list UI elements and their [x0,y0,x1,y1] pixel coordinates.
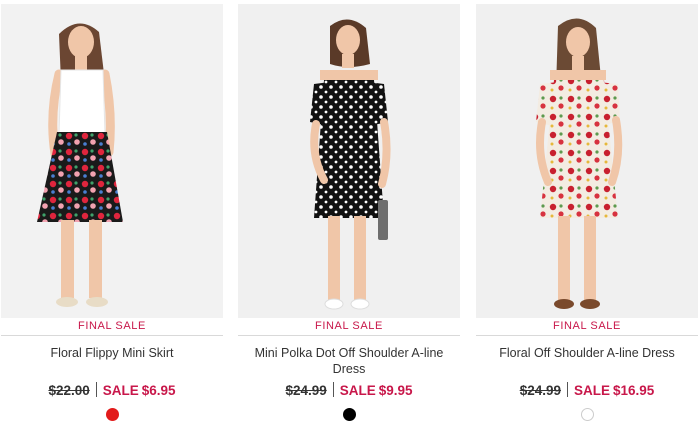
model-polka-dot-dress-illustration [238,4,460,318]
price-row: $24.99 SALE $16.95 [476,382,698,398]
final-sale-badge: FINAL SALE [315,320,383,332]
product-name-link[interactable]: Floral Flippy Mini Skirt [7,345,217,361]
price-row: $22.00 SALE $6.95 [1,382,223,398]
divider [476,335,698,336]
product-image[interactable] [1,4,223,318]
color-swatch-red[interactable] [106,408,119,421]
final-sale-badge: FINAL SALE [553,320,621,332]
original-price: $22.00 [48,383,90,398]
original-price: $24.99 [519,383,561,398]
divider [238,335,460,336]
product-image[interactable] [476,4,698,318]
product-grid: FINAL SALE Floral Flippy Mini Skirt $22.… [0,0,700,430]
sale-label: SALE [339,383,376,398]
product-card: FINAL SALE Mini Polka Dot Off Shoulder A… [238,0,460,430]
color-swatch-black[interactable] [343,408,356,421]
color-swatch-white[interactable] [581,408,594,421]
original-price: $24.99 [285,383,327,398]
price-separator [332,382,334,397]
sale-price: $16.95 [613,383,655,398]
sale-label: SALE [573,383,610,398]
sale-price: $9.95 [378,383,413,398]
product-name-link[interactable]: Mini Polka Dot Off Shoulder A-line Dress [244,345,454,377]
sale-label: SALE [102,383,139,398]
sale-price: $6.95 [141,383,176,398]
product-name-link[interactable]: Floral Off Shoulder A-line Dress [482,345,692,361]
divider [1,335,223,336]
product-card: FINAL SALE Floral Flippy Mini Skirt $22.… [1,0,223,430]
product-image[interactable] [238,4,460,318]
model-floral-skirt-illustration [1,4,223,318]
model-floral-off-shoulder-dress-illustration [476,4,698,318]
final-sale-badge: FINAL SALE [78,320,146,332]
price-separator [566,382,568,397]
price-row: $24.99 SALE $9.95 [238,382,460,398]
price-separator [95,382,97,397]
product-card: FINAL SALE Floral Off Shoulder A-line Dr… [476,0,698,430]
